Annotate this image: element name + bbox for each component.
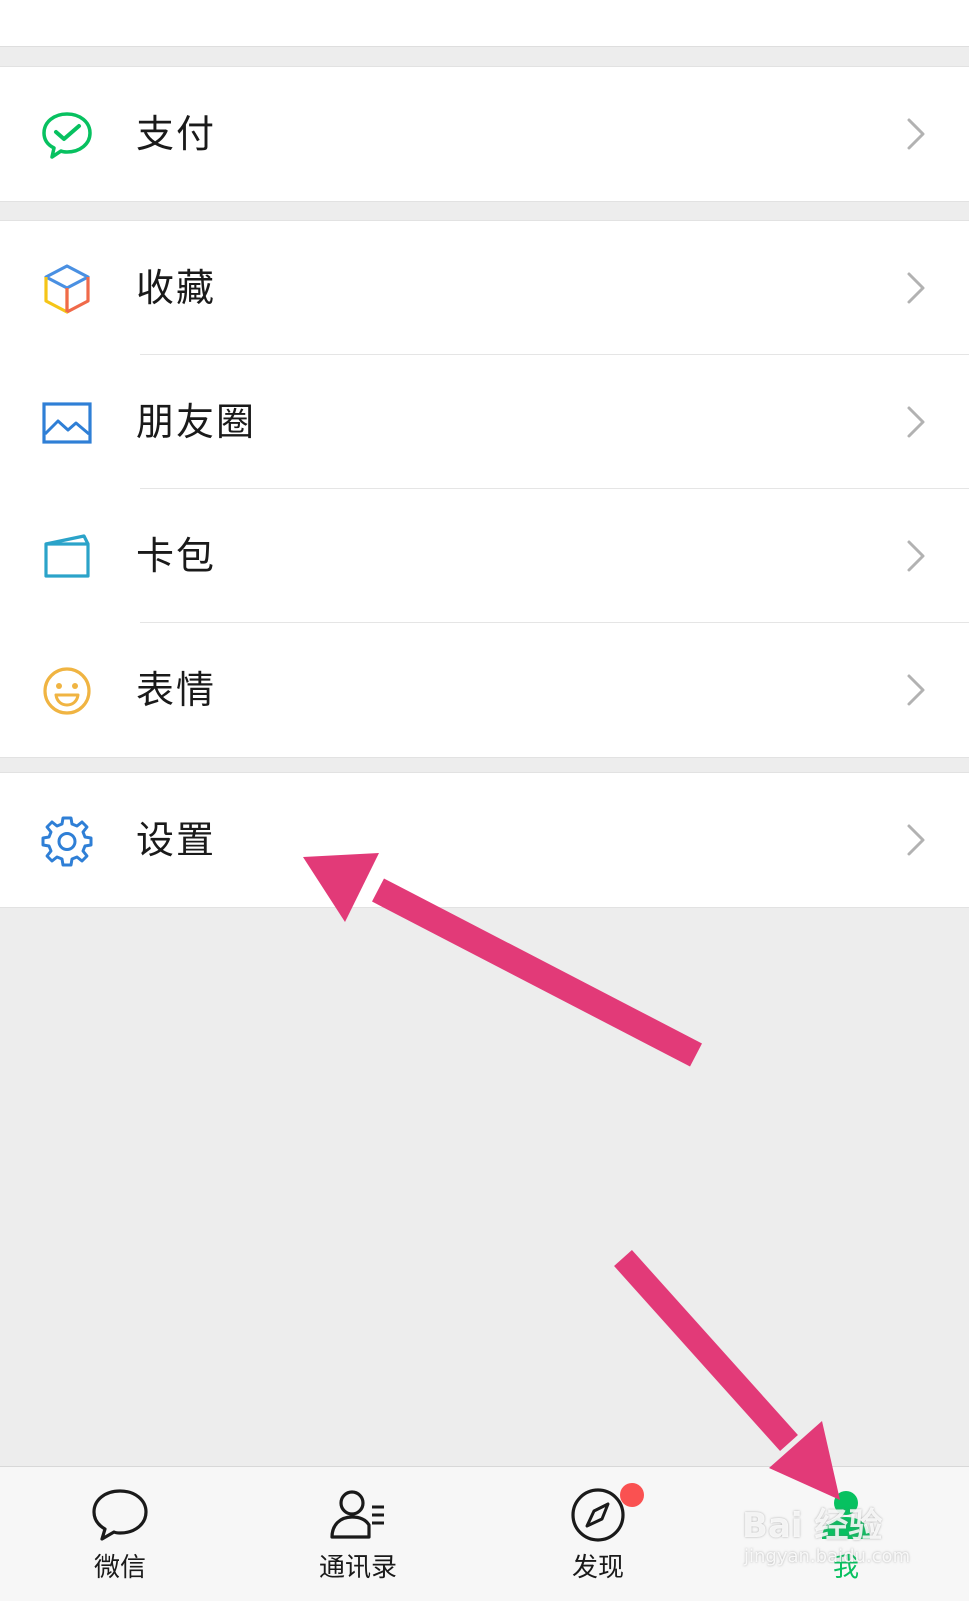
menu-item-cards[interactable]: 卡包 (0, 489, 969, 623)
menu-item-stickers[interactable]: 表情 (0, 623, 969, 757)
tab-me[interactable]: 我 (746, 1467, 946, 1601)
menu-group-pay: 支付 (0, 66, 969, 202)
chevron-right-icon (905, 270, 927, 306)
chevron-right-icon (905, 116, 927, 152)
menu-item-label: 收藏 (136, 266, 217, 310)
tab-contacts[interactable]: 通讯录 (258, 1467, 458, 1601)
picture-icon (40, 396, 94, 450)
chevron-right-icon (905, 822, 927, 858)
arrow-to-me-tab (614, 1249, 840, 1500)
menu-item-label: 设置 (136, 818, 217, 862)
menu-item-moments[interactable]: 朋友圈 (0, 355, 969, 489)
bottom-tab-bar: 微信 通讯录 发现 我 (0, 1466, 969, 1601)
menu-item-favorites[interactable]: 收藏 (0, 221, 969, 355)
contacts-icon (326, 1483, 390, 1547)
chat-bubble-icon (88, 1483, 152, 1547)
menu-item-label: 表情 (136, 668, 217, 712)
gear-icon (40, 814, 94, 868)
chevron-right-icon (905, 538, 927, 574)
chevron-right-icon (905, 404, 927, 440)
menu-item-label: 卡包 (136, 534, 217, 578)
top-section-edge (0, 0, 969, 47)
menu-item-label: 支付 (136, 112, 217, 156)
menu-group-settings: 设置 (0, 772, 969, 908)
tab-label: 发现 (571, 1553, 624, 1583)
wechat-pay-icon (40, 108, 94, 162)
tab-chats[interactable]: 微信 (20, 1467, 220, 1601)
menu-item-label: 朋友圈 (136, 400, 257, 444)
menu-group-main: 收藏 朋友圈 卡包 表情 (0, 220, 969, 758)
card-wallet-icon (40, 530, 94, 584)
tab-label: 微信 (93, 1553, 146, 1583)
menu-item-pay[interactable]: 支付 (0, 67, 969, 201)
smiley-icon (40, 664, 94, 718)
tab-label: 我 (832, 1553, 859, 1583)
person-icon (814, 1483, 878, 1547)
menu-item-settings[interactable]: 设置 (0, 773, 969, 907)
notification-dot (620, 1483, 644, 1507)
tab-label: 通讯录 (318, 1553, 397, 1583)
tab-discover[interactable]: 发现 (498, 1467, 698, 1601)
chevron-right-icon (905, 672, 927, 708)
cube-icon (40, 262, 94, 316)
